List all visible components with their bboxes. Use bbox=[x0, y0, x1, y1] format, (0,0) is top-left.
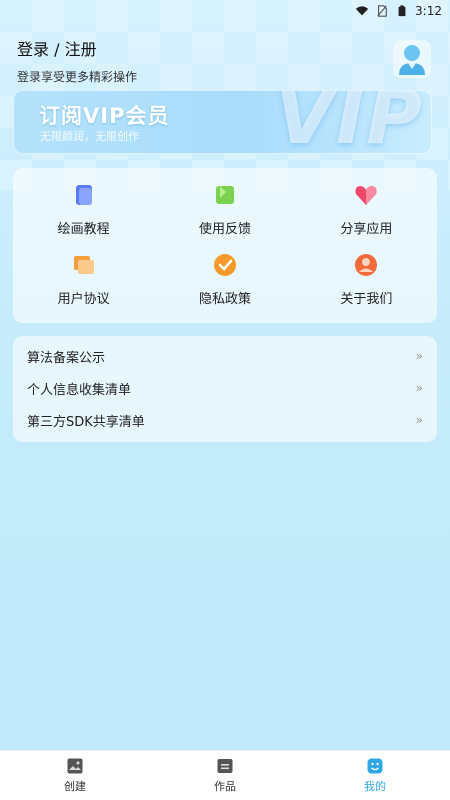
folder-icon bbox=[217, 759, 233, 773]
grid-label: 用户协议 bbox=[57, 292, 110, 307]
chevron-right-icon: » bbox=[415, 349, 423, 363]
list-item-algorithm-filing[interactable]: 算法备案公示 » bbox=[13, 340, 437, 372]
grid-label: 隐私政策 bbox=[198, 292, 251, 307]
feedback-icon bbox=[215, 186, 234, 204]
list-item-label: 算法备案公示 bbox=[27, 350, 106, 366]
list-item-label: 个人信息收集清单 bbox=[27, 382, 132, 398]
grid-label: 分享应用 bbox=[340, 222, 393, 237]
chevron-right-icon: » bbox=[415, 413, 423, 427]
smile-icon bbox=[367, 758, 383, 774]
info-list-card: 算法备案公示 » 个人信息收集清单 » 第三方SDK共享清单 » bbox=[13, 336, 437, 442]
grid-label: 使用反馈 bbox=[198, 222, 251, 237]
list-item-label: 第三方SDK共享清单 bbox=[27, 414, 145, 430]
vip-watermark: VIP bbox=[275, 90, 424, 154]
grid-item-about[interactable]: 关于我们 bbox=[296, 252, 437, 322]
tab-label: 创建 bbox=[64, 780, 86, 793]
share-heart-icon bbox=[355, 186, 377, 205]
login-title[interactable]: 登录 / 注册 bbox=[17, 36, 433, 60]
login-header[interactable]: 登录 / 注册 登录享受更多精彩操作 bbox=[17, 36, 433, 84]
vip-subtitle: 无限颜润，无限创作 bbox=[40, 130, 139, 143]
login-subtitle: 登录享受更多精彩操作 bbox=[17, 70, 138, 84]
bottom-tab-bar: 创建 作品 我的 bbox=[0, 750, 450, 800]
status-bar: 3:12 bbox=[0, 0, 450, 22]
grid-item-share[interactable]: 分享应用 bbox=[296, 182, 437, 252]
grid-item-feedback[interactable]: 使用反馈 bbox=[154, 182, 295, 252]
tab-create[interactable]: 创建 bbox=[0, 751, 150, 800]
about-icon bbox=[355, 254, 378, 276]
grid-label: 绘画教程 bbox=[57, 222, 110, 237]
feature-grid-card: 绘画教程 使用反馈 分享应用 用户协议 隐私政策 关于我们 bbox=[13, 168, 437, 323]
chevron-right-icon: » bbox=[415, 381, 423, 395]
privacy-icon bbox=[213, 254, 236, 276]
agreement-icon bbox=[73, 256, 94, 274]
user-avatar-icon[interactable] bbox=[393, 40, 431, 78]
vip-title: 订阅VIP会员 bbox=[39, 104, 170, 128]
tab-works[interactable]: 作品 bbox=[150, 751, 300, 800]
image-icon bbox=[67, 758, 83, 774]
wifi-icon bbox=[355, 6, 369, 16]
no-sim-icon bbox=[377, 5, 387, 17]
tab-label: 我的 bbox=[364, 780, 386, 793]
status-time: 3:12 bbox=[415, 4, 442, 18]
grid-item-tutorial[interactable]: 绘画教程 bbox=[13, 182, 154, 252]
list-item-personal-info[interactable]: 个人信息收集清单 » bbox=[13, 372, 437, 404]
vip-subscribe-banner[interactable]: VIP 订阅VIP会员 无限颜润，无限创作 bbox=[13, 90, 432, 154]
grid-item-agreement[interactable]: 用户协议 bbox=[13, 252, 154, 322]
tab-mine[interactable]: 我的 bbox=[300, 751, 450, 800]
battery-icon bbox=[398, 5, 406, 17]
grid-label: 关于我们 bbox=[340, 292, 393, 307]
tab-label: 作品 bbox=[214, 780, 236, 793]
list-item-third-party-sdk[interactable]: 第三方SDK共享清单 » bbox=[13, 404, 437, 436]
grid-item-privacy[interactable]: 隐私政策 bbox=[154, 252, 295, 322]
tutorial-icon bbox=[75, 185, 92, 205]
